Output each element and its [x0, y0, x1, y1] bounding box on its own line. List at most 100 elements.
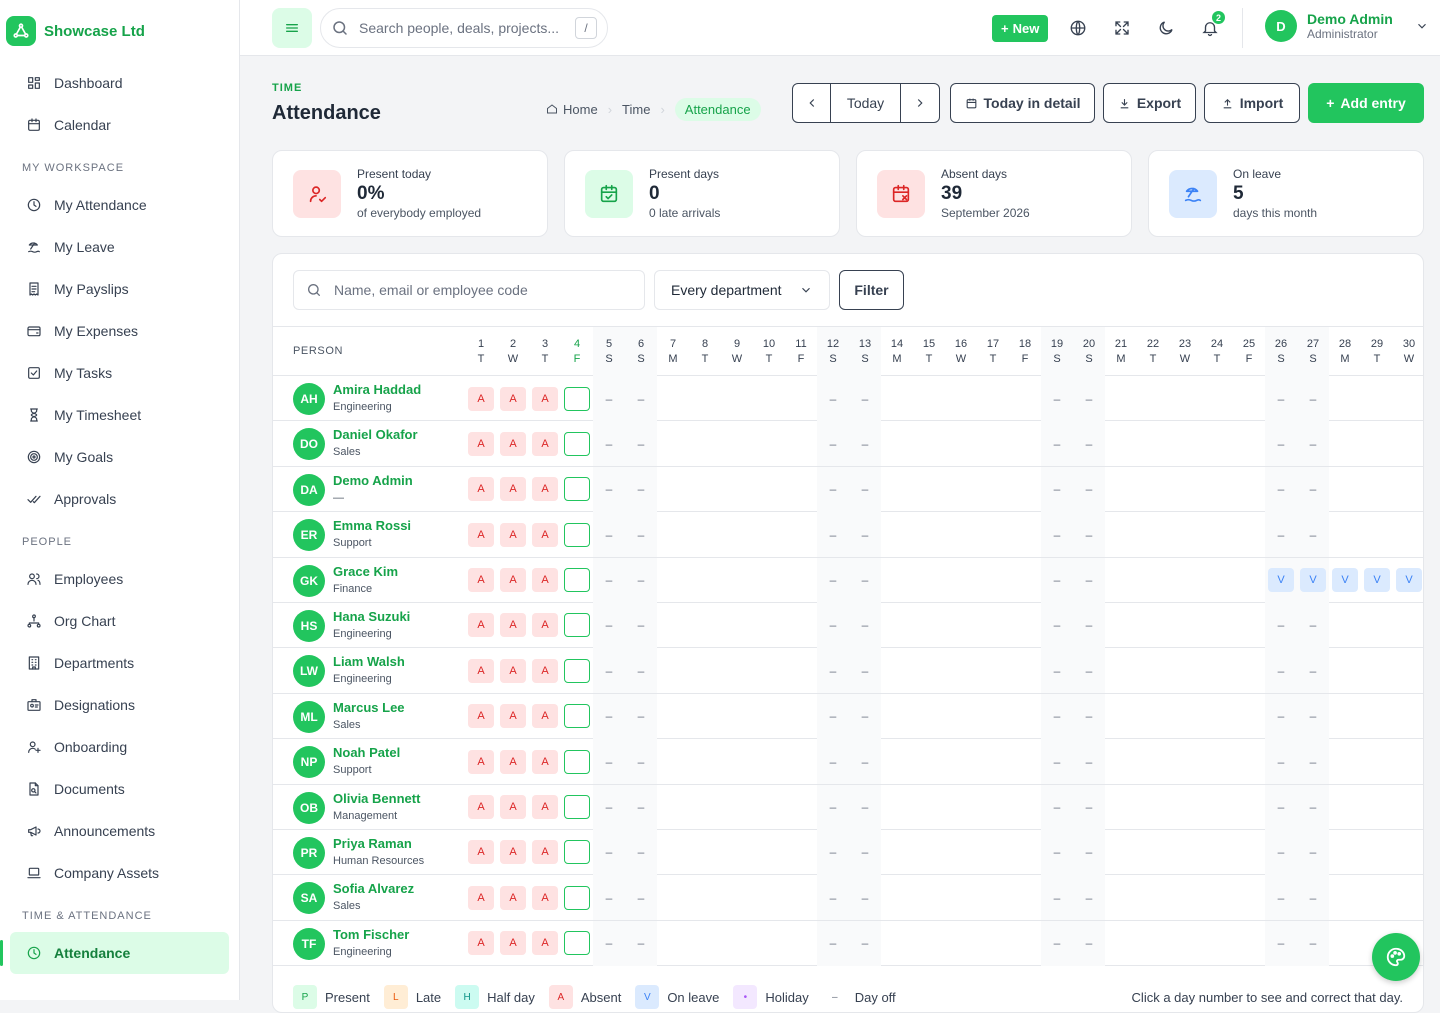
attendance-cell[interactable]: [1105, 785, 1137, 830]
attendance-cell[interactable]: [913, 785, 945, 830]
attendance-cell[interactable]: [1105, 421, 1137, 466]
attendance-cell[interactable]: –: [625, 648, 657, 694]
attendance-cell[interactable]: [1329, 421, 1361, 466]
attendance-cell[interactable]: [657, 512, 689, 557]
attendance-cell[interactable]: [1009, 467, 1041, 512]
breadcrumb-time[interactable]: Time: [622, 102, 650, 117]
attendance-cell[interactable]: [689, 648, 721, 693]
attendance-cell[interactable]: [721, 558, 753, 603]
add-entry-button[interactable]: + Add entry: [1308, 83, 1424, 123]
breadcrumb-home[interactable]: Home: [546, 102, 598, 117]
attendance-cell[interactable]: [657, 558, 689, 603]
attendance-cell[interactable]: [1009, 648, 1041, 693]
attendance-cell[interactable]: A: [497, 558, 529, 603]
attendance-cell[interactable]: [1105, 830, 1137, 875]
attendance-cell[interactable]: [1201, 467, 1233, 512]
attendance-cell[interactable]: [977, 376, 1009, 421]
attendance-cell[interactable]: [945, 467, 977, 512]
attendance-cell[interactable]: [881, 739, 913, 784]
attendance-cell[interactable]: [1233, 830, 1265, 875]
attendance-cell[interactable]: A: [465, 512, 497, 557]
attendance-cell[interactable]: [977, 603, 1009, 648]
attendance-cell[interactable]: A: [465, 785, 497, 830]
attendance-cell[interactable]: [1137, 603, 1169, 648]
attendance-cell[interactable]: A: [529, 921, 561, 966]
attendance-cell[interactable]: [1137, 830, 1169, 875]
attendance-cell[interactable]: –: [625, 421, 657, 467]
attendance-cell[interactable]: [753, 421, 785, 466]
attendance-cell[interactable]: –: [817, 421, 849, 467]
attendance-cell[interactable]: [689, 467, 721, 512]
sidebar-item-departments[interactable]: Departments: [0, 642, 239, 684]
attendance-cell[interactable]: [1137, 512, 1169, 557]
attendance-cell[interactable]: –: [1297, 693, 1329, 739]
department-select[interactable]: Every department: [654, 270, 830, 310]
attendance-cell[interactable]: [1233, 603, 1265, 648]
attendance-cell[interactable]: [1105, 875, 1137, 920]
attendance-cell[interactable]: –: [593, 512, 625, 558]
day-header-21[interactable]: 21 M: [1105, 327, 1137, 376]
day-header-30[interactable]: 30 W: [1393, 327, 1423, 376]
attendance-cell[interactable]: [977, 694, 1009, 739]
attendance-cell[interactable]: A: [529, 830, 561, 875]
attendance-cell[interactable]: –: [1041, 693, 1073, 739]
attendance-cell[interactable]: [1233, 785, 1265, 830]
attendance-cell[interactable]: A: [529, 376, 561, 421]
attendance-cell[interactable]: [689, 512, 721, 557]
person-name-link[interactable]: Amira Haddad: [333, 382, 421, 397]
attendance-cell[interactable]: [1393, 376, 1423, 421]
attendance-cell[interactable]: –: [1265, 512, 1297, 558]
day-header-10[interactable]: 10 T: [753, 327, 785, 376]
attendance-cell[interactable]: –: [593, 875, 625, 921]
attendance-cell[interactable]: [785, 376, 817, 421]
attendance-cell[interactable]: [689, 603, 721, 648]
attendance-cell[interactable]: [721, 467, 753, 512]
attendance-cell[interactable]: [1201, 558, 1233, 603]
attendance-cell[interactable]: –: [593, 376, 625, 421]
attendance-cell[interactable]: [1105, 603, 1137, 648]
day-header-27[interactable]: 27 S: [1297, 327, 1329, 376]
attendance-cell[interactable]: [689, 421, 721, 466]
attendance-cell[interactable]: [1361, 467, 1393, 512]
attendance-cell[interactable]: A: [529, 512, 561, 557]
attendance-cell[interactable]: V: [1361, 558, 1393, 603]
attendance-cell[interactable]: [1233, 648, 1265, 693]
attendance-cell[interactable]: [881, 648, 913, 693]
attendance-cell[interactable]: [753, 512, 785, 557]
attendance-cell[interactable]: [1137, 739, 1169, 784]
attendance-cell[interactable]: A: [497, 376, 529, 421]
attendance-cell[interactable]: [913, 512, 945, 557]
attendance-cell[interactable]: –: [1041, 920, 1073, 966]
attendance-cell[interactable]: [785, 603, 817, 648]
attendance-cell[interactable]: [657, 739, 689, 784]
attendance-cell[interactable]: –: [625, 512, 657, 558]
global-search[interactable]: /: [320, 8, 608, 48]
attendance-cell[interactable]: [945, 875, 977, 920]
attendance-cell[interactable]: –: [817, 602, 849, 648]
attendance-cell[interactable]: [881, 921, 913, 966]
person-name-link[interactable]: Olivia Bennett: [333, 791, 420, 806]
attendance-cell[interactable]: A: [465, 376, 497, 421]
attendance-cell[interactable]: [1201, 921, 1233, 966]
attendance-cell[interactable]: –: [593, 739, 625, 785]
attendance-cell[interactable]: [721, 421, 753, 466]
attendance-cell[interactable]: [977, 830, 1009, 875]
attendance-cell[interactable]: A: [529, 603, 561, 648]
attendance-cell[interactable]: A: [529, 694, 561, 739]
attendance-cell[interactable]: A: [497, 648, 529, 693]
attendance-cell[interactable]: [1105, 739, 1137, 784]
attendance-cell[interactable]: [1169, 694, 1201, 739]
attendance-cell[interactable]: –: [1297, 421, 1329, 467]
attendance-cell[interactable]: –: [1265, 602, 1297, 648]
attendance-cell[interactable]: [1361, 421, 1393, 466]
attendance-cell[interactable]: [1329, 467, 1361, 512]
person-name-link[interactable]: Grace Kim: [333, 564, 398, 579]
attendance-cell[interactable]: [785, 512, 817, 557]
sidebar-item-org-chart[interactable]: Org Chart: [0, 600, 239, 642]
attendance-cell[interactable]: [1393, 785, 1423, 830]
attendance-cell[interactable]: –: [625, 557, 657, 603]
attendance-cell[interactable]: –: [593, 784, 625, 830]
attendance-cell[interactable]: [1361, 512, 1393, 557]
sidebar-item-onboarding[interactable]: Onboarding: [0, 726, 239, 768]
attendance-cell[interactable]: [881, 830, 913, 875]
